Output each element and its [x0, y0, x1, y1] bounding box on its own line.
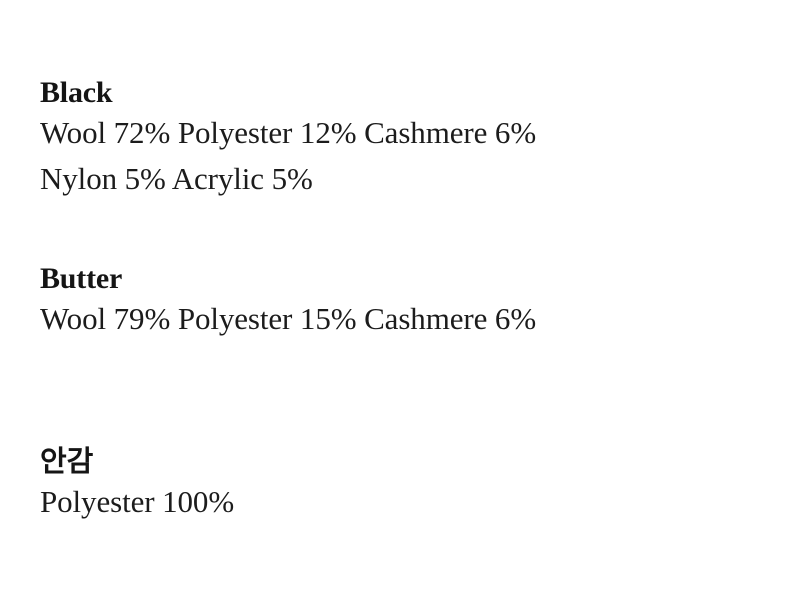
spec-block-line: Nylon 5% Acrylic 5% — [40, 161, 313, 196]
spec-block-butter: Butter Wool 79% Polyester 15% Cashmere 6… — [40, 262, 536, 342]
spec-block-line: Polyester 100% — [40, 484, 235, 519]
spec-block-line: Wool 72% Polyester 12% Cashmere 6% — [40, 115, 537, 150]
spec-block-title: Butter — [40, 262, 123, 295]
spec-block-title: Black — [40, 76, 113, 109]
spec-block-line: Wool 79% Polyester 15% Cashmere 6% — [40, 301, 537, 336]
document-page: Black Wool 72% Polyester 12% Cashmere 6%… — [0, 0, 800, 589]
spec-block-black: Black Wool 72% Polyester 12% Cashmere 6%… — [40, 76, 536, 202]
spec-block-title: 안감 — [40, 444, 94, 478]
spec-block-lining: 안감 Polyester 100% — [40, 443, 234, 525]
